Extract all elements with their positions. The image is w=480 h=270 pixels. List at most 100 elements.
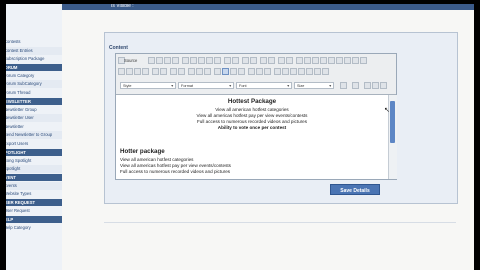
spellcheck-icon[interactable] <box>232 57 239 64</box>
replace-icon[interactable] <box>268 57 275 64</box>
mouse-cursor-icon: ↖ <box>384 107 390 114</box>
templates-icon[interactable] <box>172 57 179 64</box>
scroll-thumb[interactable] <box>390 101 395 143</box>
superscript-icon[interactable] <box>160 68 167 75</box>
preview-icon[interactable] <box>164 57 171 64</box>
sidebar-item[interactable]: Events <box>0 181 62 190</box>
select-field-icon[interactable] <box>336 57 343 64</box>
special-char-icon[interactable] <box>314 68 321 75</box>
image-button-icon[interactable] <box>352 57 359 64</box>
find-icon[interactable] <box>260 57 267 64</box>
align-right-icon[interactable] <box>230 68 237 75</box>
package1-line-1: View all american hotfest categories <box>215 107 289 112</box>
remove-format-icon[interactable] <box>286 57 293 64</box>
package1-line-3: Full access to numerous recorded videos … <box>196 119 308 124</box>
italic-icon[interactable] <box>126 68 133 75</box>
sidebar-item[interactable]: Forum SubCategory <box>0 80 62 89</box>
sidebar-item[interactable]: Help Category <box>0 224 62 232</box>
undo-icon[interactable] <box>242 57 249 64</box>
sidebar-item[interactable]: Send Newsletter to Group <box>0 131 62 140</box>
subscript-icon[interactable] <box>152 68 159 75</box>
font-select[interactable]: Font ▼ <box>236 82 292 89</box>
redo-icon[interactable] <box>250 57 257 64</box>
bold-icon[interactable] <box>118 68 125 75</box>
rich-text-editor: Source Style ▼ Format ▼ Font ▼ Size ▼ Ho… <box>115 53 397 180</box>
sidebar-item[interactable]: Forum Category <box>0 72 62 80</box>
cut-icon[interactable] <box>182 57 189 64</box>
sidebar-item[interactable]: Newsletter User <box>0 114 62 123</box>
sidebar-item[interactable]: Contest Entries <box>0 46 62 55</box>
paste-word-icon[interactable] <box>214 57 221 64</box>
screen: Contests Contest Entries Subscription Pack… <box>0 0 480 270</box>
blockquote-icon[interactable] <box>204 68 211 75</box>
format-select[interactable]: Format ▼ <box>178 82 234 89</box>
save-details-button[interactable]: Save Details <box>330 184 380 195</box>
strike-icon[interactable] <box>142 68 149 75</box>
chevron-down-icon: ▼ <box>170 84 174 88</box>
sidebar-item[interactable]: Newsletter Group <box>0 106 62 114</box>
align-justify-icon[interactable] <box>238 68 245 75</box>
style-select-value: Style <box>123 84 132 88</box>
show-blocks-icon[interactable] <box>372 82 379 89</box>
indent-icon[interactable] <box>196 68 203 75</box>
numbered-list-icon[interactable] <box>170 68 177 75</box>
flash-icon[interactable] <box>282 68 289 75</box>
package1-line-2: View all americas hotfest pay per view e… <box>196 113 308 118</box>
sidebar-item[interactable]: Song Spotlight <box>0 157 62 165</box>
sidebar-item[interactable]: Website Types <box>0 190 62 198</box>
sidebar-section-heading: EVENT <box>0 173 62 181</box>
save-icon[interactable] <box>148 57 155 64</box>
sidebar-item[interactable]: Forum Thread <box>0 89 62 97</box>
hidden-field-icon[interactable] <box>360 57 367 64</box>
bulleted-list-icon[interactable] <box>178 68 185 75</box>
top-letterbox <box>0 0 480 4</box>
select-all-icon[interactable] <box>278 57 285 64</box>
size-select[interactable]: Size ▼ <box>294 82 334 89</box>
editor-content-area[interactable]: Hottest Package View all american hotfes… <box>116 95 388 179</box>
chevron-down-icon: ▼ <box>286 84 290 88</box>
anchor-icon[interactable] <box>264 68 271 75</box>
align-center-icon[interactable] <box>222 68 229 75</box>
right-letterbox <box>474 0 480 270</box>
radio-icon[interactable] <box>312 57 319 64</box>
checkbox-icon[interactable] <box>304 57 311 64</box>
image-icon[interactable] <box>274 68 281 75</box>
paste-text-icon[interactable] <box>206 57 213 64</box>
new-page-icon[interactable] <box>156 57 163 64</box>
sidebar: Contests Contest Entries Subscription Pack… <box>0 0 63 270</box>
unlink-icon[interactable] <box>256 68 263 75</box>
horizontal-rule-icon[interactable] <box>298 68 305 75</box>
sidebar-section-heading: HELP <box>0 215 62 223</box>
sidebar-item[interactable]: Newsletter <box>0 123 62 131</box>
underline-icon[interactable] <box>134 68 141 75</box>
maximize-icon[interactable] <box>364 82 371 89</box>
style-select[interactable]: Style ▼ <box>120 82 176 89</box>
table-icon[interactable] <box>290 68 297 75</box>
form-icon[interactable] <box>296 57 303 64</box>
sidebar-item[interactable]: Contests <box>0 38 62 46</box>
print-icon[interactable] <box>224 57 231 64</box>
text-color-icon[interactable] <box>340 82 347 89</box>
sidebar-section-heading: USER REQUEST <box>0 199 62 206</box>
content-label: Content <box>109 45 128 51</box>
sidebar-item[interactable]: Subscription Package <box>0 55 62 63</box>
package1-bold-line: Ability to vote once per contest <box>217 125 287 130</box>
link-icon[interactable] <box>248 68 255 75</box>
button-field-icon[interactable] <box>344 57 351 64</box>
textarea-icon[interactable] <box>328 57 335 64</box>
package2-line-3: Full access to numerous recorded videos … <box>120 169 231 174</box>
divider <box>104 222 456 223</box>
textfield-icon[interactable] <box>320 57 327 64</box>
align-left-icon[interactable] <box>214 68 221 75</box>
about-icon[interactable] <box>380 82 387 89</box>
smiley-icon[interactable] <box>306 68 313 75</box>
paste-icon[interactable] <box>198 57 205 64</box>
bg-color-icon[interactable] <box>352 82 359 89</box>
sidebar-item[interactable]: User Request <box>0 207 62 215</box>
sidebar-item[interactable]: Spotlight <box>0 165 62 174</box>
page-break-icon[interactable] <box>322 68 329 75</box>
copy-icon[interactable] <box>190 57 197 64</box>
sidebar-item[interactable]: Export Users <box>0 140 62 148</box>
outdent-icon[interactable] <box>188 68 195 75</box>
source-label: Source <box>124 58 138 63</box>
